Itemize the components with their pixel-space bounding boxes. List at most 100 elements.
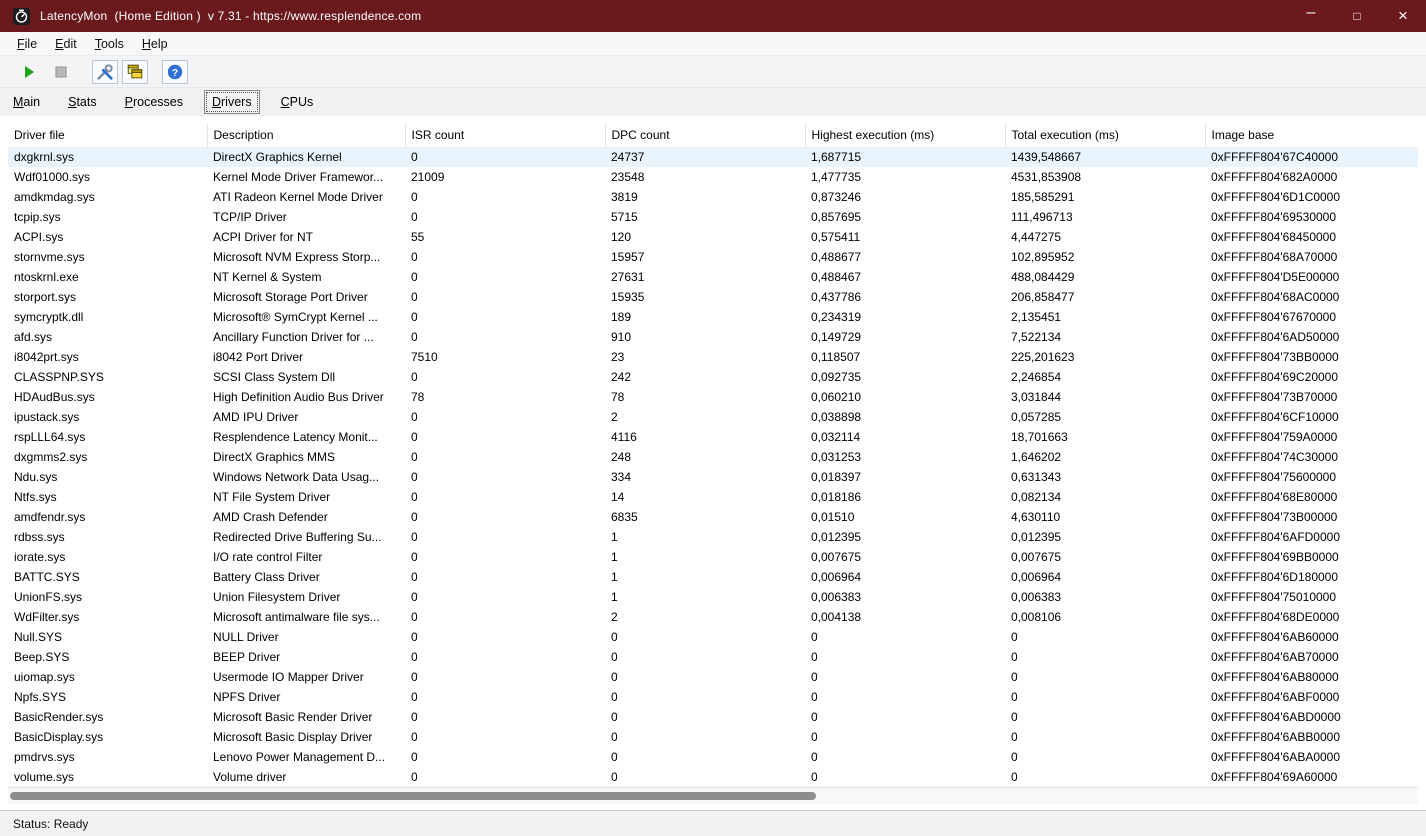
table-cell: 0,575411 (811, 230, 861, 244)
table-row[interactable]: Ntfs.sys NT File System Driver 0 14 0,018186… (8, 487, 1418, 507)
table-cell: tcpip.sys (14, 210, 61, 224)
tab-cpus[interactable]: CPUs (274, 91, 321, 113)
table-row[interactable]: Npfs.SYS NPFS Driver 0 0 0 0 0xFFFFF804'6ABF00… (8, 687, 1418, 707)
table-cell: 18,701663 (1011, 430, 1068, 444)
play-icon (25, 65, 34, 78)
table-cell: Microsoft Basic Display Driver (213, 730, 373, 744)
table-cell: 0 (1011, 730, 1018, 744)
table-row[interactable]: HDAudBus.sys High Definition Audio Bus Dr… (8, 387, 1418, 407)
view-windows-button[interactable] (122, 59, 148, 84)
table-cell: 3,031844 (1011, 390, 1062, 404)
driver-table-body: dxgkrnl.sys DirectX Graphics Kernel 0 24737… (8, 147, 1418, 787)
table-row[interactable]: WdFilter.sys Microsoft antimalware file s… (8, 607, 1418, 627)
table-cell: Microsoft Storage Port Driver (213, 290, 368, 304)
help-button[interactable]: ? (162, 59, 188, 84)
table-row[interactable]: UnionFS.sys Union Filesystem Driver 0 1 0,00… (8, 587, 1418, 607)
table-cell: 4531,853908 (1011, 170, 1082, 184)
table-cell: 4,447275 (1011, 230, 1062, 244)
table-cell: 0 (411, 630, 418, 644)
table-row[interactable]: i8042prt.sys i8042 Port Driver 7510 23 0,118… (8, 347, 1418, 367)
table-row[interactable]: stornvme.sys Microsoft NVM Express Storp.… (8, 247, 1418, 267)
table-row[interactable]: BasicDisplay.sys Microsoft Basic Display … (8, 727, 1418, 747)
table-cell: Microsoft NVM Express Storp... (213, 250, 381, 264)
table-row[interactable]: ipustack.sys AMD IPU Driver 0 2 0,038898 0,05… (8, 407, 1418, 427)
table-cell: 0 (411, 190, 418, 204)
table-cell: 5715 (611, 210, 638, 224)
column-header[interactable]: Driver file (8, 124, 208, 148)
maximize-button[interactable]: □ (1334, 0, 1380, 32)
table-row[interactable]: Beep.SYS BEEP Driver 0 0 0 0 0xFFFFF804'6AB700… (8, 647, 1418, 667)
table-row[interactable]: volume.sys Volume driver 0 0 0 0 0xFFFFF804'69… (8, 767, 1418, 787)
horizontal-scrollbar-thumb[interactable] (10, 792, 816, 800)
table-row[interactable]: symcryptk.dll Microsoft® SymCrypt Kernel … (8, 307, 1418, 327)
tab-drivers[interactable]: Drivers (203, 90, 260, 114)
table-cell: 0xFFFFF804'67670000 (1211, 310, 1337, 324)
minimize-button[interactable]: – (1288, 0, 1334, 32)
table-row[interactable]: pmdrvs.sys Lenovo Power Management D... 0 0… (8, 747, 1418, 767)
tab-stats[interactable]: Stats (61, 91, 104, 113)
table-row[interactable]: ntoskrnl.exe NT Kernel & System 0 27631 0,48… (8, 267, 1418, 287)
table-row[interactable]: Wdf01000.sys Kernel Mode Driver Framewor.… (8, 167, 1418, 187)
menu-edit[interactable]: Edit (46, 34, 86, 54)
table-row[interactable]: amdfendr.sys AMD Crash Defender 0 6835 0,015… (8, 507, 1418, 527)
table-cell: 0 (1011, 770, 1018, 784)
table-cell: NT Kernel & System (213, 270, 322, 284)
table-cell: 0 (811, 750, 818, 764)
table-row[interactable]: iorate.sys I/O rate control Filter 0 1 0,007… (8, 547, 1418, 567)
table-row[interactable]: afd.sys Ancillary Function Driver for ...… (8, 327, 1418, 347)
column-header[interactable]: Description (207, 124, 406, 148)
tab-main[interactable]: Main (6, 91, 47, 113)
table-cell: 0xFFFFF804'6ABA0000 (1211, 750, 1341, 764)
menu-file[interactable]: File (8, 34, 46, 54)
table-cell: BATTC.SYS (14, 570, 80, 584)
table-cell: Npfs.SYS (14, 690, 67, 704)
menubar: File Edit Tools Help (0, 32, 1426, 56)
table-cell: WdFilter.sys (14, 610, 80, 624)
table-row[interactable]: dxgmms2.sys DirectX Graphics MMS 0 248 0,031… (8, 447, 1418, 467)
column-header[interactable]: Image base (1205, 124, 1418, 148)
column-header[interactable]: ISR count (405, 124, 606, 148)
table-cell: 0 (405, 147, 605, 167)
table-cell: 0 (411, 590, 418, 604)
table-row[interactable]: BATTC.SYS Battery Class Driver 0 1 0,006964 0… (8, 567, 1418, 587)
close-button[interactable]: × (1380, 0, 1426, 32)
table-cell: 0 (611, 730, 618, 744)
table-cell: 0,006383 (1011, 590, 1062, 604)
horizontal-scrollbar[interactable] (8, 787, 1418, 804)
table-row[interactable]: storport.sys Microsoft Storage Port Drive… (8, 287, 1418, 307)
table-row[interactable]: ACPI.sys ACPI Driver for NT 55 120 0,575411 4… (8, 227, 1418, 247)
tab-processes[interactable]: Processes (118, 91, 190, 113)
table-cell: Microsoft antimalware file sys... (213, 610, 380, 624)
table-cell: 0 (411, 610, 418, 624)
table-row[interactable]: dxgkrnl.sys DirectX Graphics Kernel 0 24737… (8, 147, 1418, 167)
table-cell: Usermode IO Mapper Driver (213, 670, 364, 684)
table-cell: 0 (411, 670, 418, 684)
table-cell: 4116 (611, 430, 637, 444)
table-row[interactable]: rspLLL64.sys Resplendence Latency Monit..… (8, 427, 1418, 447)
table-row[interactable]: CLASSPNP.SYS SCSI Class System Dll 0 242 0,0… (8, 367, 1418, 387)
table-cell: BasicDisplay.sys (14, 730, 104, 744)
stop-monitor-button[interactable] (48, 60, 74, 84)
toolbar: ? (0, 56, 1426, 88)
menu-tools[interactable]: Tools (86, 34, 133, 54)
column-header[interactable]: Total execution (ms) (1005, 124, 1206, 148)
table-cell: 0,092735 (811, 370, 862, 384)
table-row[interactable]: Ndu.sys Windows Network Data Usag... 0 334 0… (8, 467, 1418, 487)
options-button[interactable] (92, 59, 118, 84)
table-cell: 0 (611, 670, 618, 684)
menu-help[interactable]: Help (133, 34, 177, 54)
table-row[interactable]: BasicRender.sys Microsoft Basic Render Dr… (8, 707, 1418, 727)
table-row[interactable]: amdkmdag.sys ATI Radeon Kernel Mode Drive… (8, 187, 1418, 207)
table-cell: 0xFFFFF804'6AB60000 (1211, 630, 1339, 644)
table-row[interactable]: uiomap.sys Usermode IO Mapper Driver 0 0 0 0 0… (8, 667, 1418, 687)
table-row[interactable]: tcpip.sys TCP/IP Driver 0 5715 0,857695 111,4… (8, 207, 1418, 227)
table-cell: 102,895952 (1011, 250, 1075, 264)
column-header[interactable]: DPC count (605, 124, 806, 148)
table-cell: 0xFFFFF804'6CF10000 (1211, 410, 1339, 424)
table-row[interactable]: rdbss.sys Redirected Drive Buffering Su..… (8, 527, 1418, 547)
table-cell: 0xFFFFF804'6ABF0000 (1211, 690, 1340, 704)
table-row[interactable]: Null.SYS NULL Driver 0 0 0 0 0xFFFFF804'6AB600… (8, 627, 1418, 647)
start-monitor-button[interactable] (16, 60, 42, 84)
table-cell: Ancillary Function Driver for ... (213, 330, 374, 344)
column-header[interactable]: Highest execution (ms) (805, 124, 1006, 148)
